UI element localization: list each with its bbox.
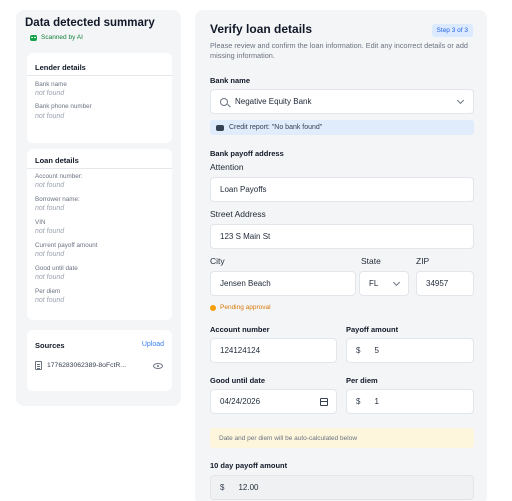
street-address-input[interactable]: 123 S Main St	[210, 224, 474, 249]
current-payoff-label: Current payoff amount	[35, 242, 98, 249]
credit-report-text: Credit report: "No bank found"	[229, 124, 323, 131]
borrower-name-label: Borrower name:	[35, 196, 80, 203]
divider	[27, 75, 172, 76]
pending-dot-icon	[210, 304, 216, 311]
street-address-value: 123 S Main St	[220, 232, 271, 241]
attention-value: Loan Payoffs	[220, 185, 267, 194]
pending-approval-status: Pending approval	[210, 304, 271, 311]
good-until-date-input[interactable]: 04/24/2026	[210, 389, 337, 414]
city-input[interactable]: Jensen Beach	[210, 271, 356, 296]
ten-day-payoff-value: 12.00	[238, 483, 259, 492]
state-value: FL	[369, 279, 379, 288]
summary-title: Data detected summary	[25, 17, 155, 29]
per-diem-input[interactable]: $ 1	[346, 389, 474, 414]
currency-prefix: $	[356, 397, 361, 406]
street-address-label: Street Address	[210, 209, 266, 219]
lender-details-card: Lender details Bank name not found Bank …	[27, 53, 172, 143]
sources-title: Sources	[35, 341, 65, 350]
per-diem-value: not found	[35, 297, 65, 304]
lender-details-title: Lender details	[35, 63, 86, 72]
chevron-down-icon	[392, 278, 401, 287]
payoff-amount-label: Payoff amount	[346, 325, 399, 334]
scanned-label: Scanned by AI	[41, 34, 83, 41]
loan-details-title: Loan details	[35, 156, 79, 165]
bank-phone-label: Bank phone number	[35, 103, 92, 110]
loan-details-card: Loan details Account number: not found B…	[27, 149, 172, 320]
attention-label: Attention	[210, 162, 244, 172]
account-number-input[interactable]: 124124124	[210, 338, 337, 363]
bank-name-value: Negative Equity Bank	[235, 97, 312, 106]
bank-name-value: not found	[35, 90, 65, 97]
eye-icon[interactable]	[153, 363, 163, 369]
verify-loan-panel: Verify loan details Step 3 of 3 Please r…	[195, 10, 487, 501]
account-number-label: Account number:	[35, 173, 83, 180]
current-payoff-value: not found	[35, 251, 65, 258]
attention-input[interactable]: Loan Payoffs	[210, 177, 474, 202]
bank-name-label: Bank name	[210, 76, 251, 85]
step-badge: Step 3 of 3	[431, 24, 473, 37]
source-file-row[interactable]: 1776283062389-8oFctR...	[35, 361, 126, 370]
robot-icon	[216, 124, 224, 131]
borrower-name-value: not found	[35, 205, 65, 212]
search-icon	[220, 97, 228, 106]
state-select[interactable]: FL	[359, 271, 409, 296]
good-until-value: not found	[35, 274, 65, 281]
currency-prefix: $	[356, 346, 361, 355]
ten-day-payoff-input: $ 12.00	[210, 475, 474, 500]
ten-day-payoff-label: 10 day payoff amount	[210, 461, 288, 470]
scanned-by-ai-badge: Scanned by AI	[30, 34, 83, 41]
document-icon	[35, 361, 42, 370]
good-until-label: Good until date	[35, 265, 78, 272]
payoff-address-label: Bank payoff address	[210, 149, 284, 158]
good-until-date-label: Good until date	[210, 376, 265, 385]
bank-name-label: Bank name	[35, 81, 67, 88]
state-label: State	[361, 256, 381, 266]
currency-prefix: $	[220, 483, 225, 492]
account-number-value: 124124124	[220, 346, 261, 355]
vin-value: not found	[35, 228, 65, 235]
bank-name-select[interactable]: Negative Equity Bank	[210, 89, 474, 114]
divider	[27, 168, 172, 169]
chevron-down-icon	[456, 96, 465, 105]
upload-link[interactable]: Upload	[142, 341, 164, 348]
sources-card: Sources Upload 1776283062389-8oFctR...	[27, 330, 172, 391]
calendar-icon[interactable]	[320, 398, 328, 406]
zip-input[interactable]: 34957	[416, 271, 474, 296]
per-diem-value: 1	[374, 397, 379, 406]
per-diem-label: Per diem	[35, 288, 61, 295]
robot-icon	[30, 34, 37, 41]
auto-calc-note: Date and per diem will be auto-calculate…	[210, 428, 474, 448]
account-number-label: Account number	[210, 325, 270, 334]
vin-label: VIN	[35, 219, 46, 226]
pending-label: Pending approval	[220, 304, 271, 311]
data-summary-panel: Data detected summary Scanned by AI Lend…	[16, 10, 181, 406]
form-description: Please review and confirm the loan infor…	[210, 41, 468, 60]
form-title: Verify loan details	[210, 22, 313, 36]
good-until-date-value: 04/24/2026	[220, 397, 261, 406]
payoff-amount-input[interactable]: $ 5	[346, 338, 474, 363]
account-number-value: not found	[35, 182, 65, 189]
source-file-name: 1776283062389-8oFctR...	[47, 362, 126, 369]
bank-phone-value: not found	[35, 113, 65, 120]
credit-report-note: Credit report: "No bank found"	[210, 120, 474, 135]
zip-value: 34957	[426, 279, 449, 288]
city-value: Jensen Beach	[220, 279, 271, 288]
zip-label: ZIP	[416, 256, 430, 266]
city-label: City	[210, 256, 225, 266]
per-diem-label: Per diem	[346, 376, 378, 385]
payoff-amount-value: 5	[374, 346, 379, 355]
